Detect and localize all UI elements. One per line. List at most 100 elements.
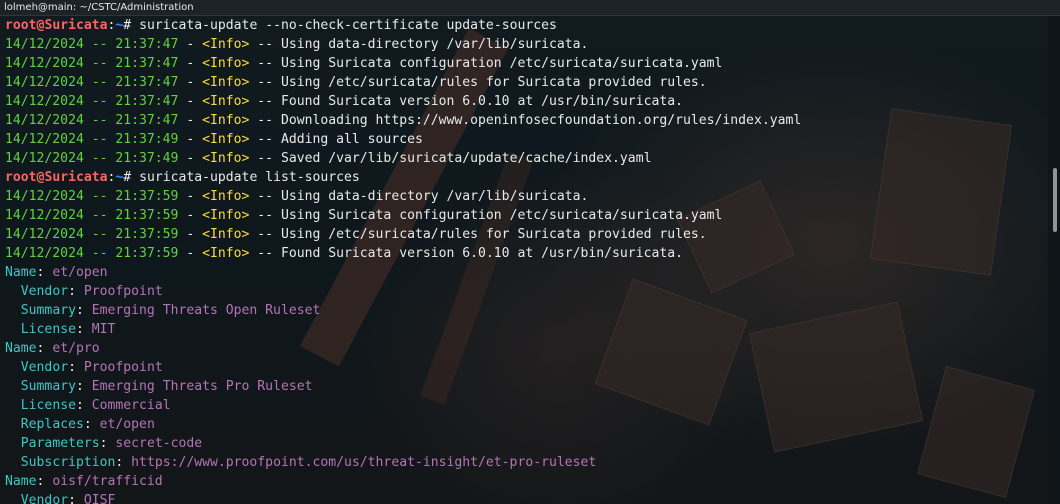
log-separator: - (178, 113, 203, 128)
log-message: Using data-directory /var/lib/suricata. (280, 189, 589, 204)
field-key: Vendor (20, 284, 69, 299)
log-level: <Info> (202, 151, 250, 166)
terminal-titlebar[interactable]: lolmeh@main: ~/CSTC/Administration (0, 0, 1060, 16)
log-message: Saved /var/lib/suricata/update/cache/ind… (280, 151, 652, 166)
log-timestamp: 14/12/2024 -- 21:37:59 (5, 246, 179, 261)
field-value: https://www.proofpoint.com/us/threat-ins… (131, 455, 597, 470)
log-timestamp: 14/12/2024 -- 21:37:59 (5, 208, 179, 223)
field-indent (5, 303, 21, 318)
field-separator: : (68, 493, 84, 504)
log-separator: -- (249, 113, 281, 128)
source-field: Replaces: et/open (5, 415, 1043, 434)
log-separator: - (178, 189, 203, 204)
log-message: Downloading https://www.openinfosecfound… (280, 113, 802, 128)
log-level: <Info> (202, 132, 250, 147)
field-value: et/pro (52, 341, 100, 356)
field-key: Replaces (20, 417, 84, 432)
log-separator: - (178, 94, 203, 109)
log-separator: -- (249, 227, 281, 242)
log-line: 14/12/2024 -- 21:37:49 - <Info> -- Addin… (5, 130, 1043, 149)
field-key: Vendor (20, 360, 69, 375)
field-key: Summary (20, 303, 76, 318)
field-indent (5, 417, 21, 432)
log-timestamp: 14/12/2024 -- 21:37:47 (5, 37, 179, 52)
field-value: secret-code (115, 436, 203, 451)
log-level: <Info> (202, 246, 250, 261)
log-separator: - (178, 208, 203, 223)
log-separator: - (178, 227, 203, 242)
source-field: Name: et/pro (5, 339, 1043, 358)
field-indent (5, 322, 21, 337)
field-separator: : (75, 398, 92, 413)
log-timestamp: 14/12/2024 -- 21:37:47 (5, 113, 179, 128)
source-field: Name: oisf/trafficid (5, 472, 1043, 491)
log-timestamp: 14/12/2024 -- 21:37:59 (5, 227, 179, 242)
log-separator: - (178, 151, 203, 166)
log-separator: -- (249, 208, 281, 223)
log-separator: -- (249, 94, 281, 109)
field-value: Proofpoint (83, 360, 163, 375)
field-separator: : (36, 474, 53, 489)
log-timestamp: 14/12/2024 -- 21:37:59 (5, 189, 179, 204)
source-field: Vendor: OISF (5, 491, 1043, 504)
log-separator: - (178, 75, 203, 90)
field-value: Commercial (91, 398, 171, 413)
field-separator: : (75, 322, 92, 337)
field-key: Name (5, 474, 37, 489)
log-line: 14/12/2024 -- 21:37:59 - <Info> -- Using… (5, 187, 1043, 206)
log-line: 14/12/2024 -- 21:37:59 - <Info> -- Using… (5, 225, 1043, 244)
field-value: Emerging Threats Pro Ruleset (91, 379, 313, 394)
field-key: Subscription (20, 455, 116, 470)
log-separator: -- (249, 75, 281, 90)
log-line: 14/12/2024 -- 21:37:59 - <Info> -- Found… (5, 244, 1043, 263)
field-value: MIT (91, 322, 116, 337)
log-message: Using /etc/suricata/rules for Suricata p… (280, 75, 707, 90)
prompt-host: Suricata (44, 18, 108, 33)
field-separator: : (75, 303, 92, 318)
field-indent (5, 360, 21, 375)
log-separator: -- (249, 189, 281, 204)
field-key: License (20, 398, 76, 413)
terminal-output[interactable]: root@Suricata:~# suricata-update --no-ch… (5, 16, 1043, 504)
log-timestamp: 14/12/2024 -- 21:37:47 (5, 94, 179, 109)
log-separator: - (178, 132, 203, 147)
field-value: oisf/trafficid (52, 474, 163, 489)
field-separator: : (83, 417, 100, 432)
command-text: suricata-update --no-check-certificate u… (139, 18, 557, 33)
field-separator: : (68, 360, 84, 375)
field-indent (5, 455, 21, 470)
field-key: Vendor (20, 493, 69, 504)
field-key: Name (5, 341, 37, 356)
log-line: 14/12/2024 -- 21:37:47 - <Info> -- Using… (5, 35, 1043, 54)
prompt-user: root (5, 18, 37, 33)
prompt-line: root@Suricata:~# suricata-update list-so… (5, 168, 1043, 187)
log-level: <Info> (202, 189, 250, 204)
log-separator: - (178, 246, 203, 261)
field-value: Proofpoint (83, 284, 163, 299)
field-separator: : (36, 341, 53, 356)
field-value: et/open (52, 265, 108, 280)
prompt-symbol: # (123, 18, 140, 33)
log-level: <Info> (202, 56, 250, 71)
field-key: Name (5, 265, 37, 280)
command-text: suricata-update list-sources (139, 170, 360, 185)
terminal-scrollbar[interactable] (1048, 16, 1060, 504)
log-separator: -- (249, 132, 281, 147)
scrollbar-thumb[interactable] (1053, 168, 1057, 232)
field-separator: : (99, 436, 116, 451)
field-separator: : (75, 379, 92, 394)
log-line: 14/12/2024 -- 21:37:59 - <Info> -- Using… (5, 206, 1043, 225)
log-level: <Info> (202, 113, 250, 128)
source-field: Name: et/open (5, 263, 1043, 282)
log-timestamp: 14/12/2024 -- 21:37:49 (5, 151, 179, 166)
log-level: <Info> (202, 227, 250, 242)
prompt-user: root (5, 170, 37, 185)
field-indent (5, 379, 21, 394)
log-line: 14/12/2024 -- 21:37:47 - <Info> -- Found… (5, 92, 1043, 111)
log-level: <Info> (202, 208, 250, 223)
source-field: Vendor: Proofpoint (5, 282, 1043, 301)
log-message: Using Suricata configuration /etc/surica… (280, 208, 723, 223)
source-field: Vendor: Proofpoint (5, 358, 1043, 377)
field-value: Emerging Threats Open Ruleset (91, 303, 321, 318)
log-level: <Info> (202, 75, 250, 90)
